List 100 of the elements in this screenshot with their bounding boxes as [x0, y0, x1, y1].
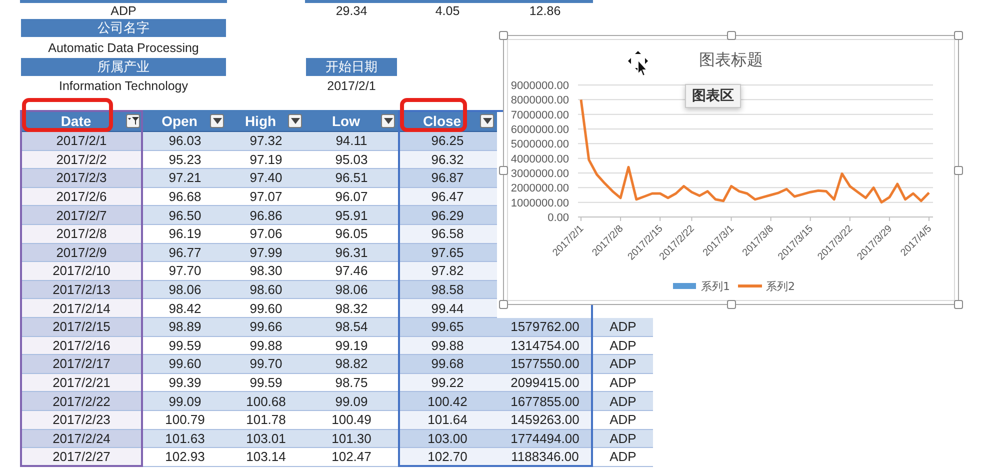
table-cell: 103.00	[398, 430, 497, 448]
table-cell: ADP	[593, 355, 653, 374]
table-cell: 96.03	[143, 132, 227, 151]
table-cell: 1577550.00	[497, 355, 593, 374]
table-cell: 2017/2/1	[20, 132, 143, 151]
axis-label: 8000000.00	[510, 94, 569, 107]
table-cell: 98.89	[143, 318, 227, 337]
table-cell: 2017/2/17	[20, 355, 143, 374]
axis-label: 3000000.00	[510, 168, 569, 180]
axis-label: 1000000.00	[510, 197, 569, 210]
table-cell: 100.42	[398, 392, 497, 411]
table-cell: 2017/2/21	[20, 374, 143, 392]
table-cell: 1579762.00	[497, 318, 593, 337]
legend-label: 系列2	[766, 280, 795, 293]
table-cell: 99.39	[143, 374, 227, 392]
table-cell: 96.50	[143, 206, 227, 225]
table-cell: 99.19	[305, 336, 398, 356]
table-cell: 2017/2/6	[20, 188, 143, 206]
table-cell: 99.44	[398, 299, 497, 318]
table-cell: ADP	[593, 336, 653, 356]
axis-label: 6000000.00	[510, 124, 569, 136]
table-cell: 98.60	[227, 280, 305, 300]
table-cell: 99.88	[227, 336, 305, 356]
table-cell: 97.40	[227, 169, 305, 188]
table-cell: 96.25	[398, 132, 497, 151]
table-cell: ADP	[593, 392, 653, 411]
table-cell: 98.06	[143, 280, 227, 300]
table-cell: 2017/2/15	[20, 318, 143, 337]
table-cell: 99.09	[143, 392, 227, 411]
table-cell: 1774494.00	[497, 430, 593, 448]
axis-label: 5000000.00	[510, 138, 569, 151]
value-text: 4.05	[434, 3, 461, 18]
table-cell: 2017/2/10	[20, 262, 143, 281]
table-cell: 96.31	[305, 244, 398, 262]
field-label: 开始日期	[306, 58, 397, 76]
legend-label: 系列1	[701, 280, 730, 293]
table-cell: 99.59	[143, 336, 227, 356]
table-cell: 2017/2/16	[20, 336, 143, 356]
table-cell: 103.01	[227, 430, 305, 448]
table-cell: 99.09	[305, 392, 398, 411]
table-cell: 94.11	[305, 132, 398, 151]
table-cell: 95.91	[305, 206, 398, 225]
axis-label: 2000000.00	[510, 182, 569, 195]
table-cell: 97.82	[398, 262, 497, 281]
column-header[interactable]: Open	[143, 110, 227, 132]
table-cell: 2017/2/22	[20, 392, 143, 411]
table-cell: 96.86	[227, 206, 305, 225]
table-cell: 97.65	[398, 244, 497, 262]
table-cell: 99.66	[227, 318, 305, 337]
table-cell: 2017/2/13	[20, 280, 143, 300]
table-cell: 96.32	[398, 150, 497, 170]
table-cell: 1677855.00	[497, 392, 593, 411]
table-cell: ADP	[593, 318, 653, 337]
axis-label: 4000000.00	[510, 153, 569, 166]
table-cell: 96.77	[143, 244, 227, 262]
industry-name: Information Technology	[58, 78, 190, 94]
axis-label: 0.00	[548, 212, 569, 224]
table-cell: 100.68	[227, 392, 305, 411]
field-label: 所属产业	[21, 58, 226, 76]
table-cell: 95.03	[305, 150, 398, 170]
table-cell: 96.87	[398, 169, 497, 188]
chart-title: 图表标题	[699, 50, 763, 69]
ticker-text: ADP	[110, 3, 138, 18]
table-cell: 99.60	[143, 355, 227, 374]
column-header[interactable]: High	[227, 110, 305, 132]
table-cell: 99.22	[398, 374, 497, 392]
table-cell: ADP	[593, 430, 653, 448]
column-header[interactable]: Low	[305, 110, 398, 132]
table-cell: 96.29	[398, 206, 497, 225]
table-cell: 2017/2/7	[20, 206, 143, 225]
table-cell: 98.75	[305, 374, 398, 392]
table-cell: 99.68	[398, 355, 497, 374]
table-cell: 98.58	[398, 280, 497, 300]
table-cell: 96.47	[398, 188, 497, 206]
table-cell: 96.58	[398, 224, 497, 244]
table-cell: 95.23	[143, 150, 227, 170]
table-cell: 96.51	[305, 169, 398, 188]
table-cell: 98.54	[305, 318, 398, 337]
table-cell: 1459263.00	[497, 410, 593, 430]
table-cell: 101.63	[143, 430, 227, 448]
table-cell: 2017/2/23	[20, 410, 143, 430]
table-cell: ADP	[593, 374, 653, 392]
value-text: 12.86	[528, 3, 562, 18]
field-label: 公司名字	[21, 19, 226, 37]
table-cell: 2017/2/24	[20, 430, 143, 448]
table-cell: 99.65	[398, 318, 497, 337]
value-text: 29.34	[334, 3, 368, 18]
table-cell: 101.64	[398, 410, 497, 430]
table-cell: 97.32	[227, 132, 305, 151]
axis-label: 9000000.00	[510, 80, 569, 92]
table-cell: 2017/2/2	[20, 150, 143, 170]
start-date: 2017/2/1	[326, 78, 377, 94]
table-cell: 97.19	[227, 150, 305, 170]
company-name: Automatic Data Processing	[47, 40, 200, 57]
table-cell: 2017/2/9	[20, 244, 143, 262]
table-cell: 99.70	[227, 355, 305, 374]
axis-label: 7000000.00	[510, 109, 569, 122]
tooltip: 图表区	[685, 84, 741, 108]
table-cell: 99.88	[398, 336, 497, 356]
table-cell: 98.82	[305, 355, 398, 374]
